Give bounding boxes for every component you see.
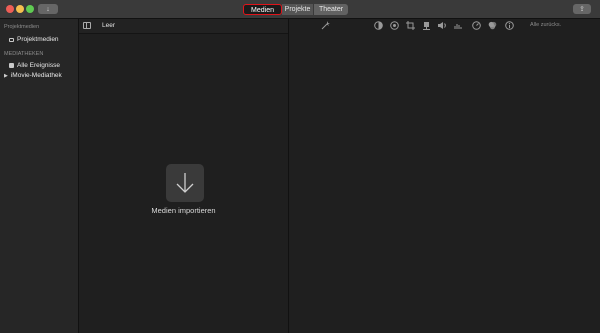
sidebar-item-imovie-library[interactable]: ▶ iMovie-Mediathek [4, 72, 62, 79]
noise-reduction-icon[interactable] [454, 21, 463, 30]
color-balance-icon[interactable] [374, 21, 383, 30]
sidebar-toggle-icon[interactable] [83, 22, 91, 29]
clip-filter-icon[interactable] [488, 21, 497, 30]
imovie-window: ↓ Medien Projekte Theater ⇪ Projektmedie… [0, 0, 600, 333]
down-arrow-icon [176, 173, 194, 193]
browser-title: Leer [102, 22, 116, 29]
reset-all-button[interactable]: Alle zurücks. [530, 22, 561, 28]
import-media-button[interactable] [166, 164, 204, 202]
volume-icon[interactable] [438, 21, 447, 30]
libraries-sidebar: Projektmedien Projektmedien MEDIATHEKEN … [0, 19, 79, 333]
sidebar-heading-libraries: MEDIATHEKEN [4, 51, 44, 57]
color-correction-icon[interactable] [390, 21, 399, 30]
sidebar-item-label: Alle Ereignisse [17, 62, 60, 69]
project-media-icon [9, 37, 14, 42]
import-button[interactable]: ↓ [38, 4, 58, 14]
maximize-window-button[interactable] [26, 5, 34, 13]
speed-icon[interactable] [472, 21, 481, 30]
magic-wand-icon[interactable] [321, 21, 330, 30]
browser-header: Leer [79, 19, 288, 34]
info-icon[interactable] [505, 21, 514, 30]
import-media-label: Medien importieren [151, 206, 216, 215]
sidebar-item-all-events[interactable]: Alle Ereignisse [9, 62, 60, 69]
media-browser: Leer Medien importieren [79, 19, 289, 333]
download-arrow-icon: ↓ [46, 5, 50, 13]
tab-projects[interactable]: Projekte [282, 4, 314, 15]
close-window-button[interactable] [6, 5, 14, 13]
sidebar-heading-project-media: Projektmedien [4, 24, 40, 30]
tab-media[interactable]: Medien [243, 4, 282, 15]
sidebar-item-project-media[interactable]: Projektmedien [9, 36, 59, 43]
share-icon: ⇪ [579, 5, 585, 13]
tab-theater[interactable]: Theater [314, 4, 348, 15]
viewer-pane: Alle zurücks. [289, 19, 600, 333]
sidebar-item-label: iMovie-Mediathek [10, 72, 62, 79]
share-button[interactable]: ⇪ [573, 4, 591, 14]
stabilization-icon[interactable] [422, 21, 431, 30]
disclosure-triangle-icon[interactable]: ▶ [4, 73, 8, 79]
events-icon [9, 63, 14, 68]
title-bar: ↓ Medien Projekte Theater ⇪ [0, 0, 600, 19]
minimize-window-button[interactable] [16, 5, 24, 13]
view-switcher: Medien Projekte Theater [243, 4, 348, 15]
sidebar-item-label: Projektmedien [17, 36, 59, 43]
crop-icon[interactable] [406, 21, 415, 30]
